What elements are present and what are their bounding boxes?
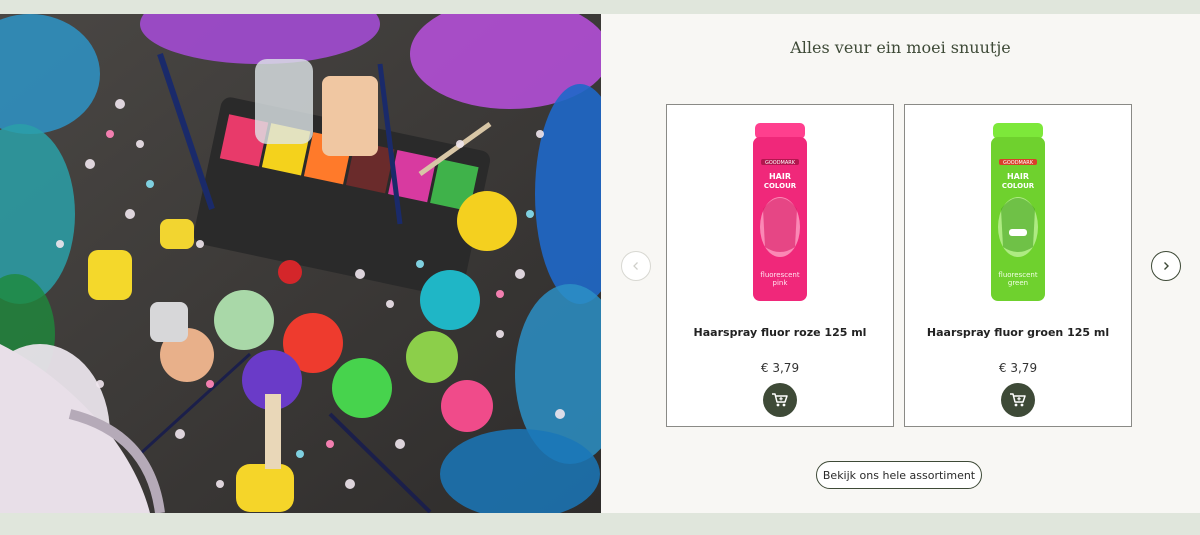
can-brand: GOODMARK <box>1003 160 1034 166</box>
top-band <box>0 0 1200 14</box>
can-line2: COLOUR <box>764 182 797 190</box>
product-image: GOODMARK HAIR COLOUR fluorescent pink <box>753 123 807 301</box>
can-label-2: pink <box>773 279 789 287</box>
product-card[interactable]: GOODMARK HAIR COLOUR fluorescent green H… <box>904 104 1132 427</box>
cart-icon <box>772 393 788 407</box>
product-image: GOODMARK HAIR COLOUR fluorescent green <box>991 123 1045 301</box>
product-price: € 3,79 <box>760 361 800 375</box>
add-to-cart-button[interactable] <box>1001 383 1035 417</box>
product-name[interactable]: Haarspray fluor groen 125 ml <box>905 326 1131 339</box>
product-panel: Alles veur ein moei snuutje GOODMARK HAI… <box>601 14 1200 513</box>
chevron-left-icon <box>633 262 638 270</box>
hero-image-face-paint <box>0 14 601 513</box>
product-price: € 3,79 <box>998 361 1038 375</box>
cart-icon <box>1010 393 1026 407</box>
can-label-2: green <box>1008 279 1028 287</box>
can-line1: HAIR <box>1007 172 1029 181</box>
product-card[interactable]: GOODMARK HAIR COLOUR fluorescent pink Ha… <box>666 104 894 427</box>
chevron-right-icon <box>1164 262 1169 270</box>
can-line1: HAIR <box>769 172 791 181</box>
can-label-1: fluorescent <box>760 271 799 279</box>
section-title: Alles veur ein moei snuutje <box>790 38 1011 57</box>
add-to-cart-button[interactable] <box>763 383 797 417</box>
can-line2: COLOUR <box>1002 182 1035 190</box>
carousel-next-button[interactable] <box>1151 251 1181 281</box>
bottom-band <box>0 513 1200 535</box>
carousel-prev-button[interactable] <box>621 251 651 281</box>
view-all-products-button[interactable]: Bekijk ons hele assortiment <box>816 461 982 489</box>
product-name[interactable]: Haarspray fluor roze 125 ml <box>667 326 893 339</box>
can-label-1: fluorescent <box>998 271 1037 279</box>
can-brand: GOODMARK <box>765 160 796 166</box>
